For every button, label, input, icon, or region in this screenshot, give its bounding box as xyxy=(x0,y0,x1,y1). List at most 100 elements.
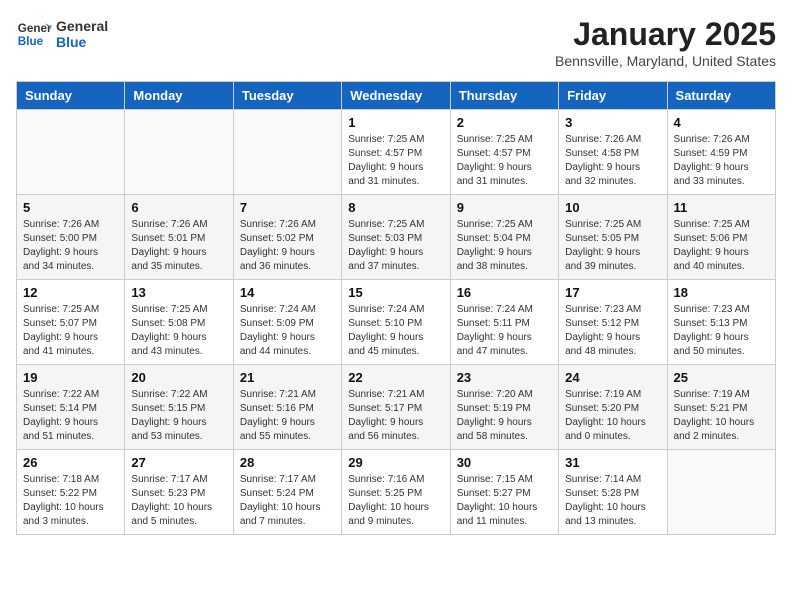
calendar-day-cell: 28 Sunrise: 7:17 AM Sunset: 5:24 PM Dayli… xyxy=(233,450,341,535)
svg-text:General: General xyxy=(18,22,52,35)
calendar-day-cell: 26 Sunrise: 7:18 AM Sunset: 5:22 PM Dayli… xyxy=(17,450,125,535)
calendar-day-cell: 5Sunrise: 7:26 AM Sunset: 5:00 PM Daylig… xyxy=(17,195,125,280)
calendar-week-row: 12 Sunrise: 7:25 AM Sunset: 5:07 PM Dayli… xyxy=(17,280,776,365)
day-info: Sunrise: 7:19 AM Sunset: 5:21 PM Dayligh… xyxy=(674,388,769,444)
calendar-day-cell: 30Sunrise: 7:15 AM Sunset: 5:27 PM Dayli… xyxy=(450,450,558,535)
day-info: Sunrise: 7:21 AM Sunset: 5:17 PM Dayligh… xyxy=(348,388,443,444)
day-info: Sunrise: 7:17 AM Sunset: 5:23 PM Dayligh… xyxy=(131,473,226,529)
day-info: Sunrise: 7:26 AM Sunset: 5:01 PM Dayligh… xyxy=(131,218,226,274)
day-number: 2 xyxy=(457,115,552,130)
day-info: Sunrise: 7:25 AM Sunset: 5:08 PM Dayligh… xyxy=(131,303,226,359)
day-number: 15 xyxy=(348,285,443,300)
page-header: General Blue General Blue January 2025 B… xyxy=(16,16,776,69)
day-number: 26 xyxy=(23,455,118,470)
calendar-day-cell: 20Sunrise: 7:22 AM Sunset: 5:15 PM Dayli… xyxy=(125,365,233,450)
day-number: 3 xyxy=(565,115,660,130)
logo-general-text: General xyxy=(56,18,108,34)
logo-icon: General Blue xyxy=(16,16,52,52)
day-number: 16 xyxy=(457,285,552,300)
day-info: Sunrise: 7:26 AM Sunset: 5:00 PM Dayligh… xyxy=(23,218,118,274)
calendar-day-cell: 15Sunrise: 7:24 AM Sunset: 5:10 PM Dayli… xyxy=(342,280,450,365)
weekday-header-tuesday: Tuesday xyxy=(233,82,341,110)
calendar-day-cell: 7 Sunrise: 7:26 AM Sunset: 5:02 PM Daylig… xyxy=(233,195,341,280)
day-info: Sunrise: 7:24 AM Sunset: 5:09 PM Dayligh… xyxy=(240,303,335,359)
calendar-day-cell: 8Sunrise: 7:25 AM Sunset: 5:03 PM Daylig… xyxy=(342,195,450,280)
day-number: 30 xyxy=(457,455,552,470)
day-number: 14 xyxy=(240,285,335,300)
day-number: 13 xyxy=(131,285,226,300)
calendar-week-row: 5Sunrise: 7:26 AM Sunset: 5:00 PM Daylig… xyxy=(17,195,776,280)
day-number: 19 xyxy=(23,370,118,385)
calendar-day-cell: 29 Sunrise: 7:16 AM Sunset: 5:25 PM Dayli… xyxy=(342,450,450,535)
day-number: 18 xyxy=(674,285,769,300)
day-number: 24 xyxy=(565,370,660,385)
day-info: Sunrise: 7:22 AM Sunset: 5:15 PM Dayligh… xyxy=(131,388,226,444)
day-info: Sunrise: 7:17 AM Sunset: 5:24 PM Dayligh… xyxy=(240,473,335,529)
calendar-week-row: 26 Sunrise: 7:18 AM Sunset: 5:22 PM Dayli… xyxy=(17,450,776,535)
calendar-day-cell: 6Sunrise: 7:26 AM Sunset: 5:01 PM Daylig… xyxy=(125,195,233,280)
calendar-day-cell: 3 Sunrise: 7:26 AM Sunset: 4:58 PM Daylig… xyxy=(559,110,667,195)
day-number: 4 xyxy=(674,115,769,130)
day-info: Sunrise: 7:25 AM Sunset: 5:07 PM Dayligh… xyxy=(23,303,118,359)
day-info: Sunrise: 7:25 AM Sunset: 5:06 PM Dayligh… xyxy=(674,218,769,274)
day-info: Sunrise: 7:18 AM Sunset: 5:22 PM Dayligh… xyxy=(23,473,118,529)
weekday-header-thursday: Thursday xyxy=(450,82,558,110)
day-number: 22 xyxy=(348,370,443,385)
calendar-day-cell: 17Sunrise: 7:23 AM Sunset: 5:12 PM Dayli… xyxy=(559,280,667,365)
weekday-header-friday: Friday xyxy=(559,82,667,110)
calendar-subtitle: Bennsville, Maryland, United States xyxy=(555,53,776,69)
day-info: Sunrise: 7:20 AM Sunset: 5:19 PM Dayligh… xyxy=(457,388,552,444)
calendar-day-cell: 2Sunrise: 7:25 AM Sunset: 4:57 PM Daylig… xyxy=(450,110,558,195)
empty-cell xyxy=(17,110,125,195)
day-info: Sunrise: 7:25 AM Sunset: 5:03 PM Dayligh… xyxy=(348,218,443,274)
day-number: 31 xyxy=(565,455,660,470)
day-number: 21 xyxy=(240,370,335,385)
calendar-day-cell: 12 Sunrise: 7:25 AM Sunset: 5:07 PM Dayli… xyxy=(17,280,125,365)
calendar-day-cell: 11 Sunrise: 7:25 AM Sunset: 5:06 PM Dayli… xyxy=(667,195,775,280)
calendar-table: SundayMondayTuesdayWednesdayThursdayFrid… xyxy=(16,81,776,535)
day-info: Sunrise: 7:21 AM Sunset: 5:16 PM Dayligh… xyxy=(240,388,335,444)
day-info: Sunrise: 7:26 AM Sunset: 5:02 PM Dayligh… xyxy=(240,218,335,274)
day-info: Sunrise: 7:16 AM Sunset: 5:25 PM Dayligh… xyxy=(348,473,443,529)
calendar-day-cell: 27 Sunrise: 7:17 AM Sunset: 5:23 PM Dayli… xyxy=(125,450,233,535)
calendar-day-cell: 10 Sunrise: 7:25 AM Sunset: 5:05 PM Dayli… xyxy=(559,195,667,280)
day-info: Sunrise: 7:24 AM Sunset: 5:11 PM Dayligh… xyxy=(457,303,552,359)
day-number: 25 xyxy=(674,370,769,385)
weekday-header-saturday: Saturday xyxy=(667,82,775,110)
day-info: Sunrise: 7:26 AM Sunset: 4:58 PM Dayligh… xyxy=(565,133,660,189)
day-info: Sunrise: 7:26 AM Sunset: 4:59 PM Dayligh… xyxy=(674,133,769,189)
svg-text:Blue: Blue xyxy=(18,35,44,48)
calendar-day-cell: 4 Sunrise: 7:26 AM Sunset: 4:59 PM Daylig… xyxy=(667,110,775,195)
day-number: 7 xyxy=(240,200,335,215)
day-number: 23 xyxy=(457,370,552,385)
calendar-day-cell: 14 Sunrise: 7:24 AM Sunset: 5:09 PM Dayli… xyxy=(233,280,341,365)
calendar-day-cell: 18 Sunrise: 7:23 AM Sunset: 5:13 PM Dayli… xyxy=(667,280,775,365)
weekday-header-wednesday: Wednesday xyxy=(342,82,450,110)
calendar-title: January 2025 xyxy=(555,16,776,53)
day-number: 17 xyxy=(565,285,660,300)
day-info: Sunrise: 7:22 AM Sunset: 5:14 PM Dayligh… xyxy=(23,388,118,444)
day-number: 9 xyxy=(457,200,552,215)
day-number: 10 xyxy=(565,200,660,215)
calendar-day-cell: 1Sunrise: 7:25 AM Sunset: 4:57 PM Daylig… xyxy=(342,110,450,195)
day-info: Sunrise: 7:23 AM Sunset: 5:13 PM Dayligh… xyxy=(674,303,769,359)
day-number: 12 xyxy=(23,285,118,300)
calendar-day-cell: 13 Sunrise: 7:25 AM Sunset: 5:08 PM Dayli… xyxy=(125,280,233,365)
calendar-day-cell: 23 Sunrise: 7:20 AM Sunset: 5:19 PM Dayli… xyxy=(450,365,558,450)
calendar-day-cell: 31Sunrise: 7:14 AM Sunset: 5:28 PM Dayli… xyxy=(559,450,667,535)
calendar-week-row: 1Sunrise: 7:25 AM Sunset: 4:57 PM Daylig… xyxy=(17,110,776,195)
day-info: Sunrise: 7:25 AM Sunset: 5:05 PM Dayligh… xyxy=(565,218,660,274)
empty-cell xyxy=(233,110,341,195)
calendar-day-cell: 22 Sunrise: 7:21 AM Sunset: 5:17 PM Dayli… xyxy=(342,365,450,450)
calendar-day-cell: 9Sunrise: 7:25 AM Sunset: 5:04 PM Daylig… xyxy=(450,195,558,280)
logo-blue-text: Blue xyxy=(56,34,108,50)
day-number: 28 xyxy=(240,455,335,470)
day-info: Sunrise: 7:25 AM Sunset: 4:57 PM Dayligh… xyxy=(348,133,443,189)
empty-cell xyxy=(667,450,775,535)
empty-cell xyxy=(125,110,233,195)
weekday-header-monday: Monday xyxy=(125,82,233,110)
calendar-day-cell: 24Sunrise: 7:19 AM Sunset: 5:20 PM Dayli… xyxy=(559,365,667,450)
day-number: 27 xyxy=(131,455,226,470)
day-number: 29 xyxy=(348,455,443,470)
day-number: 11 xyxy=(674,200,769,215)
